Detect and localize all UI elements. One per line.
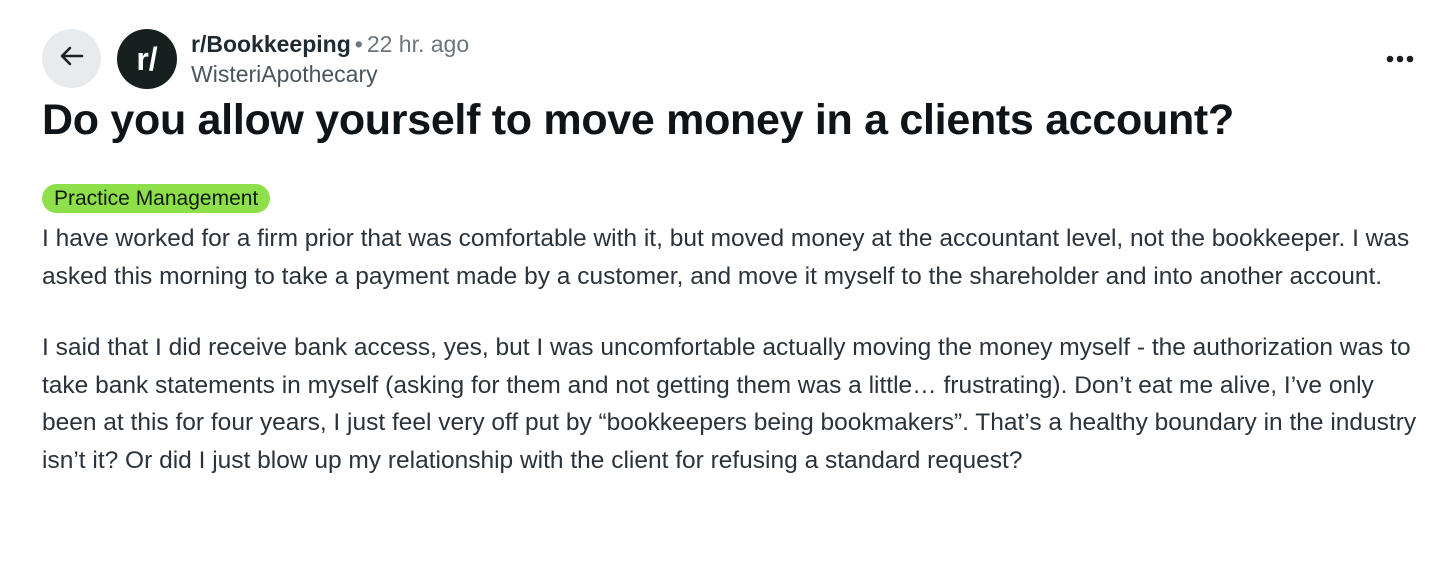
post-time: 22 hr. ago [366,31,470,57]
post-flair[interactable]: Practice Management [42,184,271,213]
post-paragraph: I have worked for a firm prior that was … [42,225,1410,290]
meta-line: r/Bookkeeping • 22 hr. ago [191,29,469,59]
more-options-button[interactable] [1382,42,1418,78]
subreddit-avatar[interactable]: r/ [117,29,177,89]
post-paragraph: I said that I did receive bank access, y… [42,334,1417,474]
meta-separator: • [354,31,363,57]
post-title: Do you allow yourself to move money in a… [42,96,1234,144]
back-button[interactable] [42,29,101,88]
subreddit-link[interactable]: r/Bookkeeping [191,31,351,57]
post-body: I have worked for a firm prior that was … [42,220,1422,479]
author-link[interactable]: WisteriApothecary [191,59,469,89]
more-horizontal-icon [1385,51,1415,69]
subreddit-logo-icon: r/ [136,41,157,77]
arrow-left-icon [57,41,87,76]
post-meta: r/Bookkeeping • 22 hr. ago WisteriApotheca… [191,29,469,89]
avatar-glyph: r/ [136,41,157,77]
